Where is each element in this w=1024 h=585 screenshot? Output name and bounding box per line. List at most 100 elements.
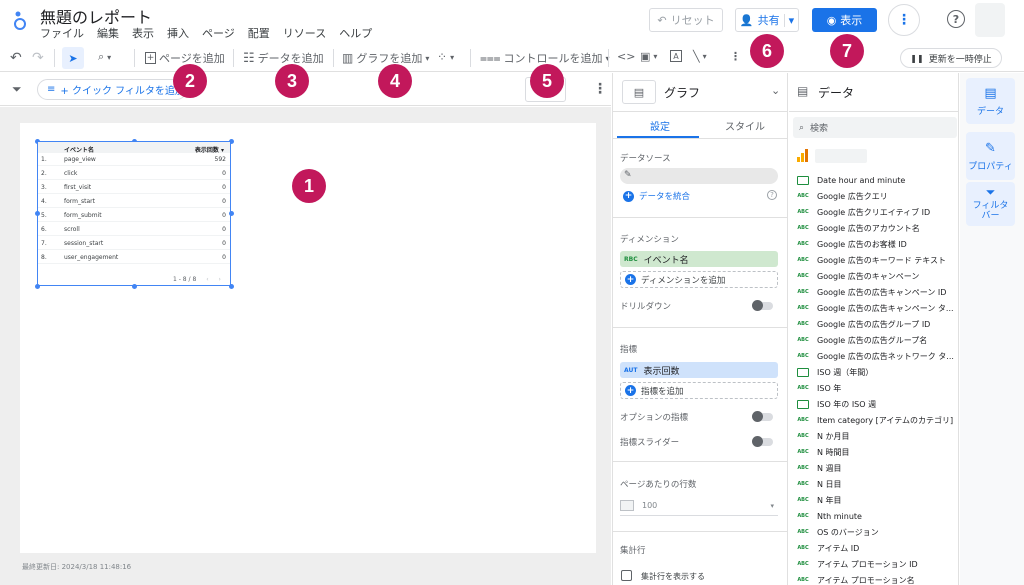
resize-handle[interactable] (132, 284, 137, 289)
table-row[interactable]: 8. user_engagement 0 (38, 251, 230, 264)
avatar[interactable] (975, 3, 1005, 37)
field-item[interactable]: ABC Google 広告のアカウント名 (797, 220, 957, 236)
prev-page-icon[interactable]: ‹ (206, 276, 208, 283)
add-chart-button[interactable]: ▥ グラフを追加 ▾ (342, 50, 429, 66)
add-metric-button[interactable]: + 指標を追加 (620, 382, 778, 399)
eye-icon: ◉ (826, 13, 837, 27)
table-row[interactable]: 4. form_start 0 (38, 195, 230, 208)
annotation-badge-6: 6 (750, 34, 784, 68)
pause-updates-button[interactable]: ❚❚ 更新を一時停止 (900, 48, 1002, 68)
add-data-button[interactable]: ☷ データを追加 (243, 50, 324, 66)
field-item[interactable]: ABC ISO 年 (797, 380, 957, 396)
menu-help[interactable]: ヘルプ (339, 25, 372, 41)
rail-properties-button[interactable]: ✎ プロパティ (966, 132, 1015, 180)
field-item[interactable]: ABC Google 広告の広告キャンペーン タ... (797, 300, 957, 316)
field-item[interactable]: ABC Google 広告クエリ (797, 188, 957, 204)
data-source-chip[interactable]: ✎ (620, 168, 778, 184)
field-item[interactable]: ABC Google 広告のキャンペーン (797, 268, 957, 284)
field-item[interactable]: ABC Google 広告のキーワード テキスト (797, 252, 957, 268)
field-item[interactable]: ABC Nth minute (797, 508, 957, 524)
field-item[interactable]: ABC Google 広告クリエイティブ ID (797, 204, 957, 220)
embed-code-icon[interactable]: <> (617, 50, 635, 63)
menu-file[interactable]: ファイル (40, 25, 84, 41)
blend-data-button[interactable]: + データを統合 (623, 190, 690, 202)
field-item[interactable]: ABC Google 広告の広告グループ名 (797, 332, 957, 348)
field-item[interactable]: ABC Google 広告の広告キャンペーン ID (797, 284, 957, 300)
chart-type-chevron-icon[interactable]: ⌄ (771, 84, 780, 97)
table-chart-icon[interactable]: ▤ (622, 80, 656, 104)
table-row[interactable]: 6. scroll 0 (38, 223, 230, 236)
resize-handle[interactable] (229, 284, 234, 289)
help-icon[interactable]: ? (767, 190, 777, 200)
resize-handle[interactable] (35, 284, 40, 289)
drilldown-toggle[interactable] (752, 300, 773, 311)
metric-chip[interactable]: AUT 表示回数 (620, 362, 778, 378)
reset-button[interactable]: ↶ リセット (649, 8, 723, 32)
select-pointer-icon[interactable]: ➤ (62, 47, 84, 69)
next-page-icon[interactable]: › (219, 276, 221, 283)
share-label: 共有 (757, 14, 780, 27)
table-row[interactable]: 3. first_visit 0 (38, 181, 230, 194)
share-button[interactable]: 👤 共有 ▾ (735, 8, 799, 32)
field-search-input[interactable]: ⌕ 検索 (793, 117, 957, 138)
field-item[interactable]: ABC N 年目 (797, 492, 957, 508)
field-item[interactable]: ABC アイテム ID (797, 540, 957, 556)
help-icon[interactable]: ? (947, 10, 965, 28)
field-name: N 年目 (817, 495, 842, 505)
menu-resources[interactable]: リソース (283, 25, 326, 41)
add-chart-label: グラフを追加 (356, 52, 423, 65)
menu-insert[interactable]: 挿入 (167, 25, 189, 41)
line-icon[interactable]: ╲ ▾ (693, 50, 707, 63)
metric-slider-toggle[interactable] (752, 436, 773, 447)
field-item[interactable]: ABC N か月目 (797, 428, 957, 444)
menu-arrange[interactable]: 配置 (248, 25, 270, 41)
field-item[interactable]: ISO 週（年間） (797, 364, 957, 380)
tab-setup[interactable]: 設定 (650, 118, 670, 133)
field-item[interactable]: Date hour and minute (797, 172, 957, 188)
text-type-icon: ABC (797, 225, 809, 231)
image-icon[interactable]: ▣ ▾ (640, 50, 657, 63)
tab-style[interactable]: スタイル (725, 118, 765, 133)
view-button[interactable]: ◉ 表示 (812, 8, 877, 32)
more-options-icon[interactable]: ⋮ (888, 4, 920, 36)
quick-filter-button[interactable]: ≡ + クイック フィルタを追加 (37, 79, 187, 100)
field-name: アイテム プロモーション ID (817, 559, 918, 569)
field-item[interactable]: ABC アイテム プロモーション名 (797, 572, 957, 585)
rows-per-page-select[interactable]: 100 ▾ (620, 496, 778, 516)
summary-row-checkbox[interactable] (621, 570, 632, 581)
field-item[interactable]: ISO 年の ISO 週 (797, 396, 957, 412)
rail-data-button[interactable]: ▤ データ (966, 78, 1015, 124)
table-row[interactable]: 1. page_view 592 (38, 153, 230, 166)
field-item[interactable]: ABC N 日目 (797, 476, 957, 492)
field-item[interactable]: ABC OS のバージョン (797, 524, 957, 540)
more-tools-icon[interactable]: ⋮ (730, 50, 741, 63)
field-item[interactable]: ABC N 週目 (797, 460, 957, 476)
views-cell: 0 (222, 184, 226, 191)
text-box-icon[interactable]: A (670, 50, 682, 62)
field-item[interactable]: ABC アイテム プロモーション ID (797, 556, 957, 572)
filter-icon[interactable]: ⏷ (12, 82, 22, 97)
table-row[interactable]: 5. form_submit 0 (38, 209, 230, 222)
field-item[interactable]: ABC Google 広告の広告ネットワーク タ... (797, 348, 957, 364)
community-viz-icon[interactable]: ⁘ ▾ (437, 50, 454, 64)
edit-pencil-icon[interactable]: ✎ (624, 170, 632, 180)
rail-filter-button[interactable]: ⏷ フィルタバー (966, 182, 1015, 226)
undo-icon[interactable]: ↶ (10, 50, 22, 66)
chevron-down-icon[interactable]: ▾ (783, 13, 794, 27)
table-row[interactable]: 2. click 0 (38, 167, 230, 180)
add-dimension-button[interactable]: + ディメンションを追加 (620, 271, 778, 288)
menu-page[interactable]: ページ (202, 25, 235, 41)
dimension-chip[interactable]: RBC イベント名 (620, 251, 778, 267)
redo-icon[interactable]: ↷ (32, 50, 44, 66)
field-item[interactable]: ABC Google 広告の広告グループ ID (797, 316, 957, 332)
field-item[interactable]: ABC N 時間目 (797, 444, 957, 460)
zoom-icon[interactable]: ⌕ ▾ (98, 50, 111, 64)
field-item[interactable]: ABC Google 広告のお客様 ID (797, 236, 957, 252)
text-type-icon: ABC (797, 417, 809, 423)
menu-view[interactable]: 表示 (132, 25, 154, 41)
filter-bar-more-icon[interactable]: ⋮ (593, 81, 607, 97)
field-item[interactable]: ABC Item category [アイテムのカテゴリ] (797, 412, 957, 428)
optional-metrics-toggle[interactable] (752, 411, 773, 422)
menu-edit[interactable]: 編集 (97, 25, 119, 41)
table-row[interactable]: 7. session_start 0 (38, 237, 230, 250)
